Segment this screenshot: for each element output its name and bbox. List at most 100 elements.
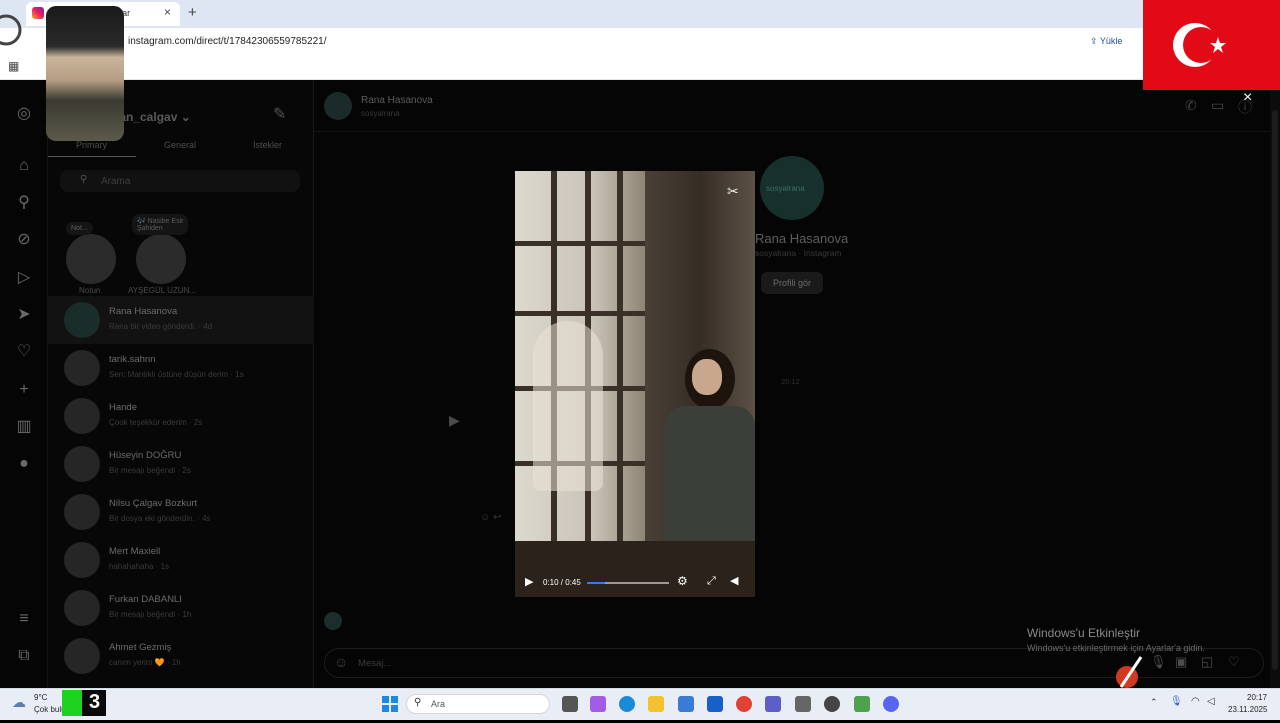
conversation-item[interactable]: tarik.sahnn Sen: Mantıklı üstüne düşün d… [48, 344, 314, 392]
conversation-name: Ahmet Gezmiş [109, 642, 172, 653]
note-avatar[interactable] [136, 234, 186, 284]
chat-contact-name[interactable]: Rana Hasanova [361, 95, 433, 106]
task-view-icon[interactable] [562, 696, 578, 712]
close-icon[interactable]: × [1243, 89, 1252, 107]
upload-button[interactable]: ⇪ Yükle [1090, 36, 1122, 47]
windows-activation-subtitle: Windows'u etkinleştirmek için Ayarlar'a … [1027, 643, 1205, 653]
note-bubble: Not... [66, 222, 93, 235]
nav-rail: ◎ ⌂ ⚲ ⊘ ▷ ➤ ♡ + ▥ ● ≡ ⧉ [0, 80, 48, 688]
pen-icon [1115, 655, 1145, 691]
app-icon[interactable] [854, 696, 870, 712]
conversation-item[interactable]: Nilsu Çalgav Bozkurt Bir dosya eki gönde… [48, 488, 314, 536]
weather-cloud-icon[interactable]: ☁ [12, 694, 26, 711]
message-actions: ☺ ↩ [480, 512, 501, 523]
apps-grid-icon[interactable]: ▦ [8, 59, 19, 73]
tab-requests[interactable]: İstekler [253, 140, 282, 150]
conversation-item[interactable]: Ahmet Gezmiş canım yerim 🧡 · 1h [48, 632, 314, 680]
settings-icon[interactable] [795, 696, 811, 712]
message-play-icon[interactable]: ▶ [449, 412, 460, 429]
messages-icon[interactable]: ➤ [14, 305, 34, 325]
search-icon[interactable]: ⚲ [14, 193, 34, 213]
view-profile-button[interactable]: Profili gör [761, 272, 823, 294]
windows-start-icon[interactable] [382, 696, 398, 712]
conversation-item[interactable]: Furkan DABANLI Bir mesajı beğendi · 1h [48, 584, 314, 632]
file-explorer-icon[interactable] [648, 696, 664, 712]
conversation-name: Hüseyin DOĞRU [109, 450, 182, 461]
video-player[interactable]: ✂ ▶ 0:10 / 0:45 ⚙ ⤢ ◀ [515, 171, 755, 597]
discord-icon[interactable] [883, 696, 899, 712]
play-icon[interactable]: ▶ [525, 575, 533, 588]
phone-icon[interactable]: ✆ [1185, 97, 1197, 114]
microphone-icon[interactable]: 🎙 [1150, 654, 1167, 670]
volume-icon[interactable]: ◁ [1207, 696, 1215, 707]
fullscreen-icon[interactable]: ⤢ [707, 575, 716, 588]
search-input[interactable] [60, 170, 300, 192]
sticker-icon[interactable]: ◱ [1201, 654, 1213, 670]
clock-time[interactable]: 20:17 [1247, 693, 1267, 702]
portrait-overlay [46, 6, 124, 141]
conversation-item[interactable]: Hüseyin DOĞRU Bir mesajı beğendi · 2s [48, 440, 314, 488]
video-call-icon[interactable]: ▭ [1211, 97, 1224, 114]
new-tab-button[interactable]: + [188, 4, 197, 21]
tab-close-icon[interactable]: × [164, 5, 171, 19]
settings-gear-icon[interactable]: ⚙ [677, 574, 688, 588]
avatar [64, 542, 100, 578]
heart-icon[interactable]: ♡ [1228, 654, 1240, 670]
conversation-name: Furkan DABANLI [109, 594, 182, 605]
conversation-item[interactable]: Mert Maxiell hahahahaha · 1s [48, 536, 314, 584]
mail-icon[interactable] [707, 696, 723, 712]
more-icon[interactable]: ⧉ [14, 646, 34, 666]
avatar [64, 398, 100, 434]
chat-contact-handle: sosyalrana [361, 109, 400, 118]
video-progress-fill [587, 582, 606, 584]
dev-icon[interactable] [824, 696, 840, 712]
emoji-icon[interactable]: ☺ [334, 654, 348, 670]
avatar [64, 350, 100, 386]
wifi-icon[interactable]: ◠ [1191, 696, 1200, 707]
windows-activation-title: Windows'u Etkinleştir [1027, 626, 1140, 640]
active-tab-indicator [48, 156, 136, 157]
instagram-icon[interactable]: ◎ [14, 104, 34, 124]
store-icon[interactable] [678, 696, 694, 712]
reply-icon[interactable]: ↩ [493, 512, 501, 523]
reels-icon[interactable]: ▷ [14, 268, 34, 288]
volume-icon[interactable]: ◀ [730, 574, 738, 587]
emoji-reaction-icon[interactable]: ☺ [480, 512, 490, 523]
conversation-preview: hahahahaha · 1s [109, 562, 170, 571]
compose-icon[interactable]: ✎ [273, 104, 286, 124]
message-input[interactable]: Mesaj... [358, 658, 391, 669]
profile-icon[interactable]: ● [14, 454, 34, 474]
microphone-icon[interactable]: 🎙 [1170, 696, 1183, 707]
address-bar[interactable]: instagram.com/direct/t/17842306559785221… [128, 36, 326, 47]
edge-icon[interactable] [619, 696, 635, 712]
explore-icon[interactable]: ⊘ [14, 230, 34, 250]
window-frame [617, 171, 623, 541]
copilot-icon[interactable] [590, 696, 606, 712]
weather-temperature[interactable]: 9°C [34, 693, 47, 702]
avatar[interactable] [324, 92, 352, 120]
video-floor [515, 541, 755, 597]
window-frame [515, 311, 645, 316]
menu-icon[interactable]: ≡ [14, 609, 34, 629]
home-icon[interactable]: ⌂ [14, 156, 34, 176]
notifications-icon[interactable]: ♡ [14, 342, 34, 362]
image-icon[interactable]: ▣ [1175, 654, 1187, 670]
clock-date[interactable]: 23.11.2025 [1228, 705, 1267, 714]
conversation-item[interactable]: Hande Çook teşekkür ederim · 2s [48, 392, 314, 440]
logo-icon [0, 10, 24, 52]
scrollbar-thumb[interactable] [1272, 110, 1278, 670]
conversation-item[interactable]: Rana Hasanova Rana bir video gönderdi. ·… [48, 296, 314, 344]
dashboard-icon[interactable]: ▥ [14, 417, 34, 437]
turkish-flag [1143, 0, 1280, 90]
create-icon[interactable]: + [14, 380, 34, 400]
taskbar-search-input[interactable] [406, 694, 550, 714]
note-avatar[interactable] [66, 234, 116, 284]
teams-icon[interactable] [765, 696, 781, 712]
tab-primary[interactable]: Primary [76, 140, 107, 150]
chevron-up-icon[interactable]: ⌃ [1150, 697, 1158, 708]
conversation-name: Mert Maxiell [109, 546, 161, 557]
tab-general[interactable]: General [164, 140, 196, 150]
k3-logo-icon [62, 690, 106, 716]
video-girl-face [692, 359, 722, 395]
chrome-icon[interactable] [736, 696, 752, 712]
